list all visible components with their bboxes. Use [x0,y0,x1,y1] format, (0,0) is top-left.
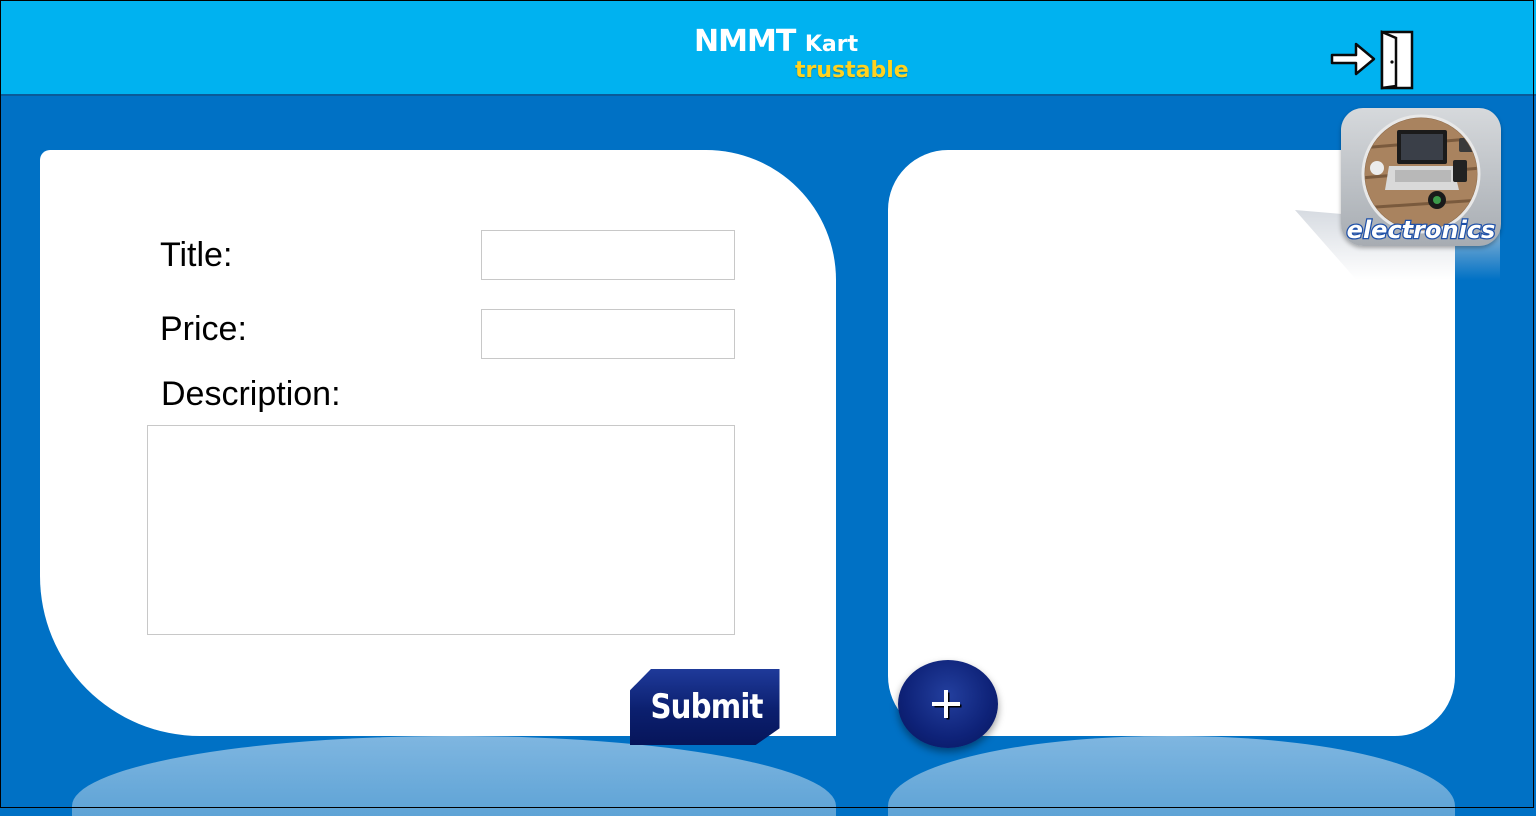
logout-button[interactable] [1326,26,1420,92]
product-form-card: Title: Price: Description: [40,150,836,736]
title-input[interactable] [481,230,735,280]
title-label: Title: [160,236,233,274]
plus-icon [932,690,962,720]
description-label: Description: [161,375,341,413]
submit-button-label: Submit [650,687,763,727]
left-card-reflection [72,736,836,816]
header-bar: NMMT Kart trustable [0,0,1536,96]
brand-name: NMMT [694,24,796,59]
price-input[interactable] [481,309,735,359]
brand-suffix: Kart [804,32,859,57]
brand-tagline: trustable [795,58,909,83]
description-textarea[interactable] [147,425,735,635]
brand-logo: NMMT Kart [694,24,858,59]
category-label: electronics [1347,216,1496,244]
submit-button[interactable]: Submit [630,669,780,745]
right-card-reflection [888,736,1455,816]
electronics-category-button[interactable]: electronics [1341,108,1501,246]
exit-door-icon [1330,30,1414,90]
electronics-category-icon: electronics [1345,114,1497,245]
price-label: Price: [160,310,247,348]
add-product-button[interactable] [898,660,998,748]
